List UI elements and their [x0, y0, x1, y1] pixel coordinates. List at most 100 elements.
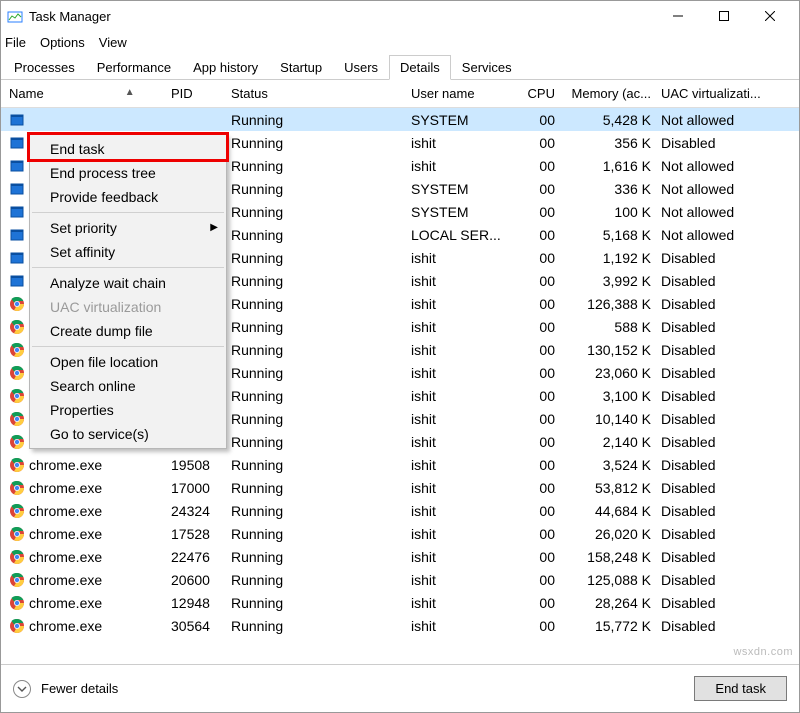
collapse-icon[interactable] [13, 680, 31, 698]
tab-processes[interactable]: Processes [3, 55, 86, 80]
app-generic-icon [9, 181, 25, 197]
fewer-details-link[interactable]: Fewer details [41, 681, 118, 696]
header-uac[interactable]: UAC virtualizati... [661, 86, 771, 101]
chrome-icon [9, 319, 25, 335]
cell-user: ishit [411, 273, 521, 289]
cell-user: ishit [411, 296, 521, 312]
header-pid[interactable]: PID [171, 86, 231, 101]
cell-user: ishit [411, 342, 521, 358]
chrome-icon [9, 480, 25, 496]
cell-cpu: 00 [521, 503, 561, 519]
cell-cpu: 00 [521, 388, 561, 404]
cell-name: chrome.exe [29, 549, 102, 565]
cell-status: Running [231, 227, 411, 243]
cell-uac: Disabled [661, 549, 771, 565]
close-button[interactable] [747, 1, 793, 31]
cell-uac: Disabled [661, 526, 771, 542]
cell-status: Running [231, 572, 411, 588]
table-row[interactable]: chrome.exe17528Runningishit0026,020 KDis… [1, 522, 799, 545]
tab-performance[interactable]: Performance [86, 55, 182, 80]
cell-cpu: 00 [521, 204, 561, 220]
context-end-task[interactable]: End task [30, 137, 226, 161]
cell-pid: 24324 [171, 503, 231, 519]
header-name[interactable]: Name▲ [1, 86, 171, 101]
cell-memory: 15,772 K [561, 618, 661, 634]
cell-memory: 3,524 K [561, 457, 661, 473]
cell-status: Running [231, 503, 411, 519]
tab-details[interactable]: Details [389, 55, 451, 80]
header-memory[interactable]: Memory (ac... [561, 86, 661, 101]
table-row[interactable]: chrome.exe24324Runningishit0044,684 KDis… [1, 499, 799, 522]
cell-status: Running [231, 342, 411, 358]
cell-name: chrome.exe [29, 480, 102, 496]
context-properties[interactable]: Properties [30, 398, 226, 422]
cell-pid: 22476 [171, 549, 231, 565]
context-set-priority[interactable]: Set priority▶ [30, 216, 226, 240]
app-generic-icon [9, 158, 25, 174]
cell-pid: 19508 [171, 457, 231, 473]
end-task-button[interactable]: End task [694, 676, 787, 701]
cell-memory: 100 K [561, 204, 661, 220]
context-go-to-service-s-[interactable]: Go to service(s) [30, 422, 226, 446]
context-create-dump-file[interactable]: Create dump file [30, 319, 226, 343]
cell-uac: Disabled [661, 618, 771, 634]
cell-status: Running [231, 388, 411, 404]
menu-file[interactable]: File [5, 35, 26, 50]
table-row[interactable]: RunningSYSTEM005,428 KNot allowed [1, 108, 799, 131]
cell-status: Running [231, 595, 411, 611]
cell-memory: 28,264 K [561, 595, 661, 611]
context-search-online[interactable]: Search online [30, 374, 226, 398]
cell-cpu: 00 [521, 480, 561, 496]
cell-name: chrome.exe [29, 503, 102, 519]
chrome-icon [9, 526, 25, 542]
titlebar[interactable]: Task Manager [1, 1, 799, 31]
table-row[interactable]: chrome.exe19508Runningishit003,524 KDisa… [1, 453, 799, 476]
context-open-file-location[interactable]: Open file location [30, 350, 226, 374]
context-analyze-wait-chain[interactable]: Analyze wait chain [30, 271, 226, 295]
cell-cpu: 00 [521, 158, 561, 174]
header-user[interactable]: User name [411, 86, 521, 101]
minimize-button[interactable] [655, 1, 701, 31]
context-set-affinity[interactable]: Set affinity [30, 240, 226, 264]
app-generic-icon [9, 273, 25, 289]
cell-status: Running [231, 526, 411, 542]
table-row[interactable]: chrome.exe30564Runningishit0015,772 KDis… [1, 614, 799, 637]
table-row[interactable]: chrome.exe20600Runningishit00125,088 KDi… [1, 568, 799, 591]
cell-uac: Disabled [661, 388, 771, 404]
chrome-icon [9, 296, 25, 312]
tab-users[interactable]: Users [333, 55, 389, 80]
header-status[interactable]: Status [231, 86, 411, 101]
table-row[interactable]: chrome.exe17000Runningishit0053,812 KDis… [1, 476, 799, 499]
cell-user: ishit [411, 572, 521, 588]
context-provide-feedback[interactable]: Provide feedback [30, 185, 226, 209]
header-cpu[interactable]: CPU [521, 86, 561, 101]
tab-app-history[interactable]: App history [182, 55, 269, 80]
menu-view[interactable]: View [99, 35, 127, 50]
maximize-button[interactable] [701, 1, 747, 31]
cell-status: Running [231, 112, 411, 128]
cell-memory: 1,192 K [561, 250, 661, 266]
cell-cpu: 00 [521, 365, 561, 381]
cell-name: chrome.exe [29, 595, 102, 611]
cell-memory: 10,140 K [561, 411, 661, 427]
cell-user: ishit [411, 158, 521, 174]
cell-user: ishit [411, 618, 521, 634]
tab-startup[interactable]: Startup [269, 55, 333, 80]
tabs: ProcessesPerformanceApp historyStartupUs… [1, 55, 799, 80]
cell-cpu: 00 [521, 342, 561, 358]
cell-user: ishit [411, 434, 521, 450]
table-row[interactable]: chrome.exe12948Runningishit0028,264 KDis… [1, 591, 799, 614]
cell-pid: 17528 [171, 526, 231, 542]
app-generic-icon [9, 112, 25, 128]
chrome-icon [9, 457, 25, 473]
context-end-process-tree[interactable]: End process tree [30, 161, 226, 185]
cell-cpu: 00 [521, 319, 561, 335]
context-separator [32, 346, 224, 347]
table-row[interactable]: chrome.exe22476Runningishit00158,248 KDi… [1, 545, 799, 568]
cell-user: ishit [411, 526, 521, 542]
cell-user: ishit [411, 250, 521, 266]
tab-services[interactable]: Services [451, 55, 523, 80]
menu-options[interactable]: Options [40, 35, 85, 50]
cell-user: ishit [411, 388, 521, 404]
cell-cpu: 00 [521, 457, 561, 473]
